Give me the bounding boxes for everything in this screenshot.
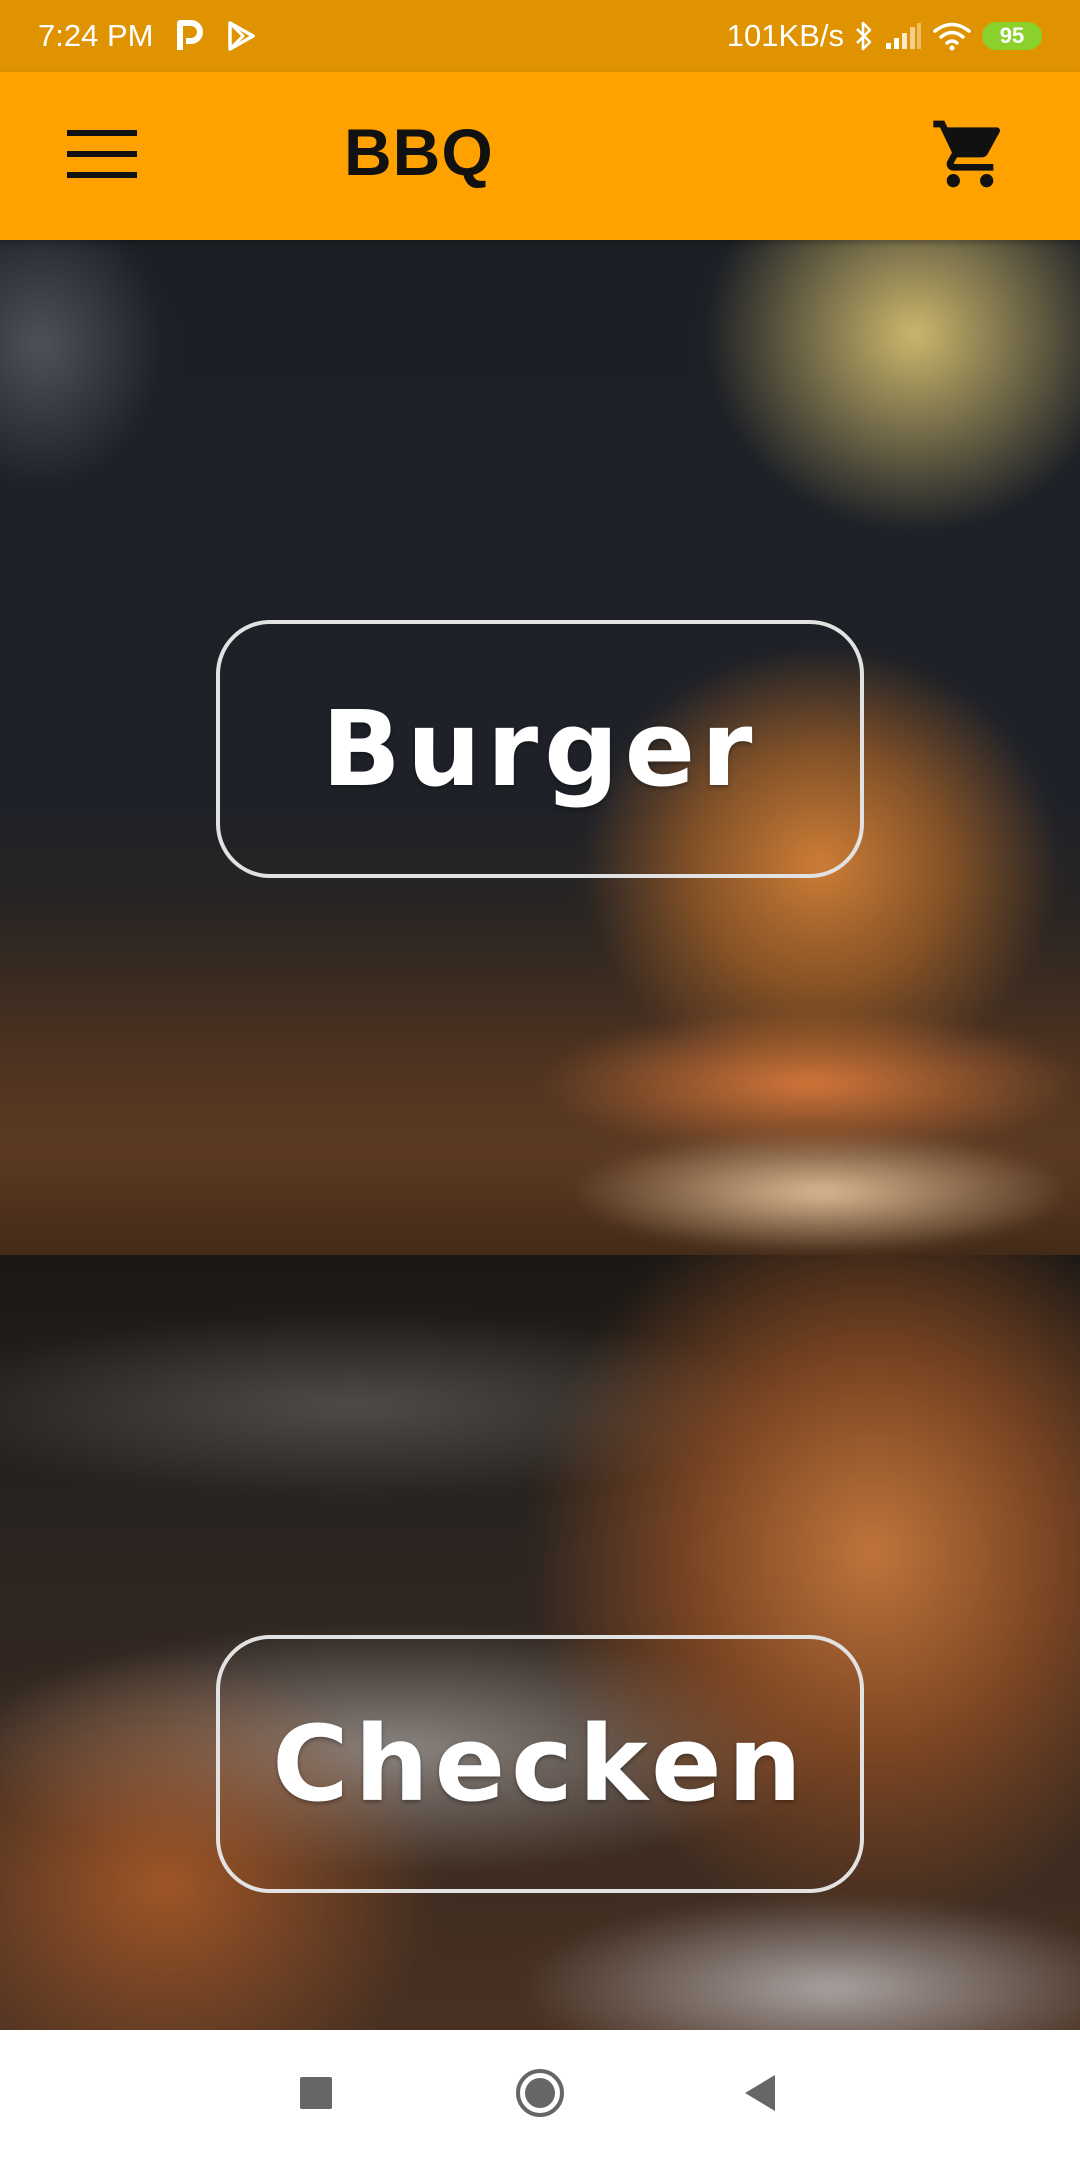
home-icon (514, 2067, 566, 2124)
home-button[interactable] (505, 2060, 575, 2130)
p-app-icon (175, 20, 204, 52)
app-bar: BBQ (0, 72, 1080, 240)
back-button[interactable] (725, 2060, 795, 2130)
bluetooth-icon (854, 20, 874, 52)
menu-icon (67, 128, 137, 185)
wifi-icon (932, 21, 972, 51)
cart-icon (930, 114, 1010, 199)
recents-button[interactable] (281, 2060, 351, 2130)
category-label-burger[interactable]: Burger (216, 620, 864, 878)
signal-icon (884, 21, 922, 51)
category-label-chicken[interactable]: Checken (216, 1635, 864, 1893)
battery-icon: 95 (982, 22, 1042, 50)
recents-icon (299, 2076, 333, 2115)
category-card-burger[interactable]: Burger (0, 240, 1080, 1255)
status-left: 7:24 PM (38, 18, 257, 54)
app-screen: 7:24 PM 101KB/s 95 BBQ Burger Checken (0, 0, 1080, 2160)
play-store-icon (225, 20, 257, 52)
app-title: BBQ (344, 115, 494, 189)
status-right: 101KB/s 95 (727, 18, 1042, 54)
menu-button[interactable] (52, 118, 152, 194)
back-icon (742, 2073, 778, 2118)
status-time: 7:24 PM (38, 18, 154, 53)
status-bar: 7:24 PM 101KB/s 95 (0, 0, 1080, 72)
network-speed: 101KB/s (726, 18, 844, 53)
category-card-chicken[interactable]: Checken (0, 1255, 1080, 2030)
system-nav-bar (0, 2030, 1080, 2160)
cart-button[interactable] (924, 110, 1016, 202)
